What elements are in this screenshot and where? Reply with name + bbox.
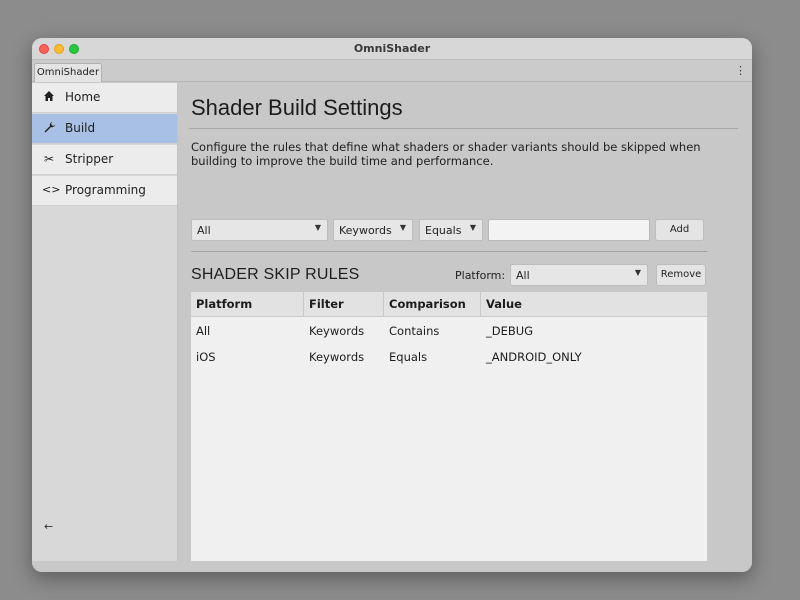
window-title: OmniShader [353, 42, 431, 55]
title-bar: OmniShader [32, 38, 752, 60]
cell-filter: Keywords [309, 324, 365, 338]
sidebar: Home Build ✂ Stripper <> Programming ← [32, 83, 178, 561]
cell-platform: All [196, 324, 211, 338]
cell-platform: iOS [196, 350, 216, 364]
cell-comparison: Contains [389, 324, 440, 338]
page-description: Configure the rules that define what sha… [191, 140, 701, 168]
code-icon: <> [42, 183, 61, 196]
sidebar-item-programming[interactable]: <> Programming [32, 176, 177, 206]
scissors-icon: ✂ [43, 152, 55, 166]
add-button[interactable]: Add [655, 219, 704, 241]
remove-button[interactable]: Remove [656, 264, 706, 286]
column-header-comparison[interactable]: Comparison [384, 292, 481, 317]
platform-filter-label: Platform: [455, 269, 506, 282]
wrench-icon [42, 121, 56, 135]
main-content: Shader Build Settings Configure the rule… [178, 83, 752, 572]
chevron-down-icon: ▼ [634, 268, 641, 277]
arrow-left-icon[interactable]: ← [44, 520, 53, 533]
platform-dropdown-value: All [197, 224, 211, 237]
sidebar-item-stripper[interactable]: ✂ Stripper [32, 145, 177, 175]
page-title: Shader Build Settings [191, 95, 403, 120]
sidebar-item-home[interactable]: Home [32, 83, 177, 113]
column-header-filter[interactable]: Filter [304, 292, 384, 317]
platform-filter-dropdown[interactable]: All ▼ [510, 264, 648, 286]
sidebar-item-build[interactable]: Build [32, 114, 177, 144]
chevron-down-icon: ▼ [469, 223, 476, 232]
platform-dropdown[interactable]: All ▼ [191, 219, 328, 241]
table-row[interactable]: All Keywords Contains _DEBUG [191, 318, 707, 344]
filter-dropdown-value: Keywords [339, 224, 392, 237]
app-window: OmniShader OmniShader ⋮ Home Build ✂ Str… [32, 38, 752, 572]
divider [191, 251, 707, 252]
sidebar-item-label: Home [65, 90, 101, 104]
rules-table: Platform Filter Comparison Value All Key… [190, 291, 708, 572]
platform-filter-value: All [516, 269, 530, 282]
cell-value: _ANDROID_ONLY [486, 350, 582, 364]
comparison-dropdown-value: Equals [425, 224, 462, 237]
chevron-down-icon: ▼ [399, 223, 406, 232]
cell-value: _DEBUG [486, 324, 534, 338]
status-bar [32, 561, 752, 572]
kebab-menu-icon[interactable]: ⋮ [735, 63, 746, 79]
section-title: SHADER SKIP RULES [191, 266, 360, 283]
divider [189, 128, 738, 129]
sidebar-item-label: Build [65, 121, 96, 135]
value-input[interactable] [488, 219, 650, 241]
table-header: Platform Filter Comparison Value [191, 292, 707, 317]
cell-comparison: Equals [389, 350, 428, 364]
home-icon [42, 90, 56, 104]
chevron-down-icon: ▼ [314, 223, 321, 232]
tab-omnishader[interactable]: OmniShader [34, 63, 102, 82]
sidebar-item-label: Programming [65, 183, 146, 197]
table-row[interactable]: iOS Keywords Equals _ANDROID_ONLY [191, 344, 707, 370]
comparison-dropdown[interactable]: Equals ▼ [419, 219, 483, 241]
column-header-platform[interactable]: Platform [191, 292, 304, 317]
filter-dropdown[interactable]: Keywords ▼ [333, 219, 413, 241]
tab-bar: OmniShader ⋮ [32, 60, 752, 82]
column-header-value[interactable]: Value [481, 292, 707, 317]
sidebar-item-label: Stripper [65, 152, 114, 166]
cell-filter: Keywords [309, 350, 365, 364]
